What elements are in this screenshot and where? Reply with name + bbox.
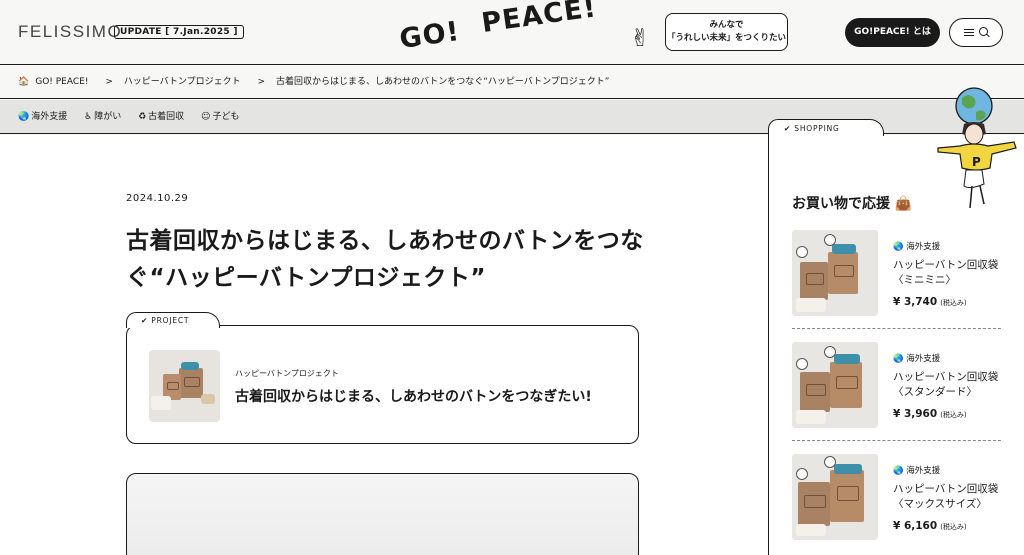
- sidebar-title: お買い物で応援 👜: [792, 193, 912, 213]
- product-thumbnail: [792, 454, 878, 540]
- tag-label: 古着回収: [148, 112, 185, 122]
- product-card[interactable]: 🌏 海外支援 ハッピーバトン回収袋 〈マックスサイズ〉 ¥ 6,160 (税込み): [792, 454, 1001, 542]
- project-label: ハッピーバトンプロジェクト: [235, 369, 339, 378]
- tag-children[interactable]: ☺ 子ども: [201, 112, 246, 122]
- felissimo-logo[interactable]: FELISSIMO: [18, 22, 122, 42]
- tag-disability[interactable]: ♿ 障がい: [84, 112, 128, 122]
- project-tab: ✔ PROJECT: [126, 312, 221, 328]
- product-tag-label: 海外支援: [906, 466, 941, 476]
- product-card[interactable]: 🌏 海外支援 ハッピーバトン回収袋 〈ミニミニ〉 ¥ 3,740 (税込み): [792, 230, 1001, 318]
- breadcrumb: 🏠 GO! PEACE! > ハッピーバトンプロジェクト > 古着回収からはじまる…: [0, 66, 1024, 99]
- product-tag-label: 海外支援: [906, 242, 941, 252]
- product-tag: 🌏 海外支援: [893, 240, 940, 252]
- search-icon: [979, 27, 988, 36]
- product-name: ハッピーバトン回収袋 〈ミニミニ〉: [893, 258, 1003, 288]
- check-icon: ✔: [141, 316, 152, 325]
- product-name-line1: ハッピーバトン回収袋: [893, 259, 999, 271]
- breadcrumb-home[interactable]: GO! PEACE!: [35, 77, 88, 87]
- update-badge: UPDATE [ 7.Jan.2025 ]: [114, 25, 244, 39]
- breadcrumb-current: 古着回収からはじまる、しあわせのバトンをつなぐ“ハッピーバトンプロジェクト”: [275, 77, 610, 87]
- project-tab-label: PROJECT: [151, 316, 190, 325]
- product-thumbnail: [792, 342, 878, 428]
- product-name: ハッピーバトン回収袋 〈スタンダード〉: [893, 370, 1003, 400]
- project-title: 古着回収からはじまる、しあわせのバトンをつなぎたい!: [235, 389, 592, 405]
- price-tax-note: (税込み): [940, 299, 967, 307]
- hamburger-icon: [964, 29, 974, 36]
- menu-search-button[interactable]: [949, 18, 1003, 47]
- product-price: ¥ 6,160 (税込み): [893, 520, 967, 532]
- product-tag: 🌏 海外支援: [893, 464, 940, 476]
- sidebar-title-text: お買い物で応援: [792, 196, 890, 212]
- tag-label: 障がい: [94, 112, 122, 122]
- tag-label: 海外支援: [31, 112, 68, 122]
- tag-label: 子ども: [212, 112, 240, 122]
- accessibility-icon: ♿: [84, 112, 93, 122]
- price-value: ¥ 3,740: [893, 296, 938, 308]
- product-name-line1: ハッピーバトン回収袋: [893, 371, 999, 383]
- breadcrumb-separator: >: [105, 77, 113, 87]
- product-name: ハッピーバトン回収袋 〈マックスサイズ〉: [893, 482, 1003, 512]
- tag-overseas-support[interactable]: 🌏 海外支援: [18, 112, 74, 122]
- article-title: 古着回収からはじまる、しあわせのバトンをつなぐ“ハッピーバトンプロジェクト”: [126, 228, 644, 291]
- tagline-line1: みんなで: [709, 20, 744, 30]
- product-thumbnail: [792, 230, 878, 316]
- mascot-illustration: P: [937, 87, 1017, 209]
- price-tax-note: (税込み): [940, 523, 967, 531]
- site-header: FELISSIMO UPDATE [ 7.Jan.2025 ] GO! PEAC…: [0, 0, 1024, 65]
- recycle-icon: ♻: [138, 112, 147, 122]
- globe-icon: 🌏: [893, 242, 904, 252]
- item-divider: [792, 440, 1001, 441]
- product-price: ¥ 3,740 (税込み): [893, 296, 967, 308]
- peace-hand-icon: ✌: [630, 24, 651, 52]
- project-thumbnail: [149, 350, 220, 422]
- svg-text:P: P: [972, 155, 981, 169]
- product-name-line2: 〈マックスサイズ〉: [893, 498, 987, 510]
- product-card[interactable]: 🌏 海外支援 ハッピーバトン回収袋 〈スタンダード〉 ¥ 3,960 (税込み): [792, 342, 1001, 430]
- globe-icon: 🌏: [18, 112, 30, 122]
- product-tag: 🌏 海外支援: [893, 352, 940, 364]
- tagline-line2: 「うれしい未来」をつくりたい: [666, 33, 786, 43]
- home-icon: 🏠: [18, 77, 30, 87]
- child-icon: ☺: [201, 112, 211, 122]
- article-date: 2024.10.29: [126, 193, 189, 204]
- price-value: ¥ 6,160: [893, 520, 938, 532]
- globe-icon: 🌏: [893, 466, 904, 476]
- price-tax-note: (税込み): [940, 411, 967, 419]
- tagline-bubble: みんなで 「うれしい未来」をつくりたい: [665, 13, 788, 51]
- logo-word-go: GO!: [397, 15, 462, 55]
- product-name-line2: 〈ミニミニ〉: [893, 274, 956, 286]
- project-card[interactable]: ✔ PROJECT ハッピーバトンプロジェクト 古着回収からはじまる、しあわせの…: [126, 312, 639, 444]
- globe-icon: 🌏: [893, 354, 904, 364]
- breadcrumb-separator: >: [257, 77, 266, 87]
- logo-word-peace: PEACE!: [479, 0, 599, 39]
- product-price: ¥ 3,960 (税込み): [893, 408, 967, 420]
- check-icon: ✔: [784, 124, 795, 133]
- article-hero-image: [126, 473, 639, 555]
- price-value: ¥ 3,960: [893, 408, 938, 420]
- shopping-tab: ✔ SHOPPING: [768, 119, 884, 136]
- go-peace-logo[interactable]: GO! PEACE!: [397, 0, 660, 62]
- tag-clothing-recycle[interactable]: ♻ 古着回収: [138, 112, 191, 122]
- article-main: 2024.10.29 古着回収からはじまる、しあわせのバトンをつなぐ“ハッピーバ…: [0, 135, 768, 555]
- product-tag-label: 海外支援: [906, 354, 941, 364]
- product-name-line2: 〈スタンダード〉: [893, 386, 977, 398]
- item-divider: [792, 328, 1001, 329]
- about-go-peace-button[interactable]: GO!PEACE! とは: [845, 18, 940, 47]
- shopping-tab-label: SHOPPING: [794, 124, 840, 133]
- breadcrumb-project[interactable]: ハッピーバトンプロジェクト: [124, 77, 241, 87]
- shopping-bag-icon: 👜: [894, 196, 913, 212]
- product-name-line1: ハッピーバトン回収袋: [893, 483, 999, 495]
